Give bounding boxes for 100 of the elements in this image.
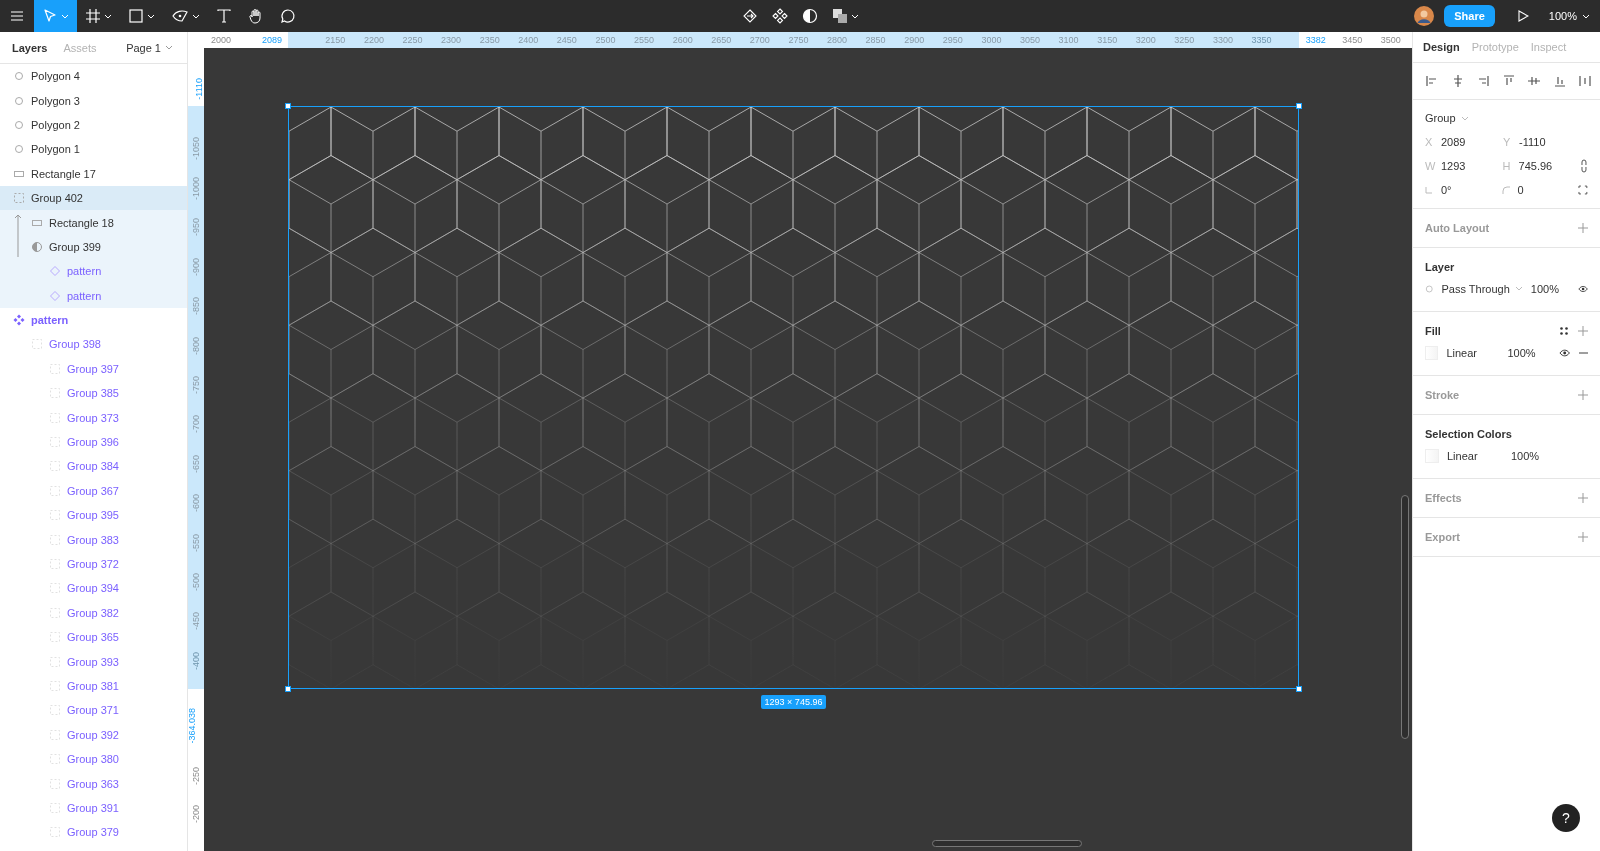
plus-icon[interactable] [1578,493,1588,503]
layer-row[interactable]: pattern [0,259,187,284]
opacity-value[interactable]: 100% [1530,282,1570,295]
ruler-label: -200 [191,805,201,824]
layer-row[interactable]: Group 385 [0,381,187,406]
layer-row[interactable]: Group 371 [0,698,187,723]
corner-radius-icon [1501,186,1510,194]
ruler-label: 2800 [827,35,848,45]
rotation-field[interactable]: 0° [1425,184,1502,196]
scrollbar[interactable] [1401,495,1409,739]
layer-row[interactable]: Group 391 [0,795,187,821]
distribute-icon[interactable] [1578,74,1592,88]
align-top-icon[interactable] [1501,74,1516,88]
section-title: Layer [1425,261,1455,273]
layer-row[interactable]: Polygon 4 [0,64,187,89]
resize-handle[interactable] [285,686,291,692]
layer-row[interactable]: Group 382 [0,600,187,625]
avatar[interactable] [1414,6,1435,26]
menu-icon [10,10,24,22]
styles-icon[interactable] [1560,327,1568,335]
align-left-icon[interactable] [1425,74,1439,88]
property-field[interactable]: H 745.96 [1502,160,1581,172]
group-icon [49,460,61,473]
share-button[interactable]: Share [1444,5,1495,27]
layer-row[interactable]: Group 363 [0,771,187,796]
ruler-label: 2850 [865,35,886,45]
ruler-label: -900 [191,257,201,276]
constrain-proportions-icon[interactable] [1580,159,1588,173]
property-field[interactable]: W 1293 [1425,160,1503,172]
ruler-label: -650 [191,454,201,473]
layer-row[interactable]: Group 381 [0,673,187,699]
resize-handle[interactable] [1296,686,1302,692]
layer-row[interactable]: Group 380 [0,746,187,772]
layer-row[interactable]: Group 397 [0,356,187,382]
opacity-value[interactable]: 100% [1507,346,1552,359]
panel-tab[interactable]: Layers [4,32,56,63]
layer-row[interactable]: Group 395 [0,503,187,528]
blend-mode-menu[interactable]: Pass Through [1441,282,1523,295]
paint-type[interactable]: Linear [1446,346,1500,359]
layer-name: Group 385 [67,387,119,400]
ruler-label: 2450 [556,35,577,45]
opacity-value[interactable]: 100% [1511,449,1557,462]
eye-icon[interactable] [1559,348,1571,357]
layer-row[interactable]: Group 394 [0,576,187,601]
layer-row[interactable]: Rectangle 18 [0,210,187,235]
layer-row[interactable]: Group 367 [0,478,187,504]
ruler-label: -800 [191,336,201,355]
property-field[interactable]: X 2089 [1425,136,1503,148]
layer-name: Polygon 2 [31,118,80,131]
layer-row[interactable]: Group 372 [0,551,187,577]
align-middle-icon[interactable] [1527,74,1541,88]
layer-row[interactable]: Group 402 [0,185,187,211]
layer-row[interactable]: Group 398 [0,332,187,357]
paint-type[interactable]: Linear [1447,449,1503,462]
resize-handle[interactable] [285,103,291,109]
align-bottom-icon[interactable] [1552,74,1567,88]
corner-radius-field[interactable]: 0 [1501,184,1579,196]
ruler-label: 2650 [711,35,732,45]
plus-icon[interactable] [1578,390,1588,400]
ruler-label: 2000 [211,35,231,45]
layer-row[interactable]: Polygon 1 [0,137,187,162]
layer-row[interactable]: Group 365 [0,625,187,650]
ruler-label: -1110 [195,78,204,100]
layer-row[interactable]: pattern [0,283,187,308]
resize-handle[interactable] [1296,103,1302,109]
panel-tab[interactable]: Design [1417,41,1466,53]
layer-name: Group 397 [67,362,119,375]
layer-name: Group 367 [67,484,119,497]
layer-name: Group 391 [67,801,119,814]
expand-corners-icon[interactable] [1578,185,1588,195]
layer-row[interactable]: Group 383 [0,527,187,552]
plus-icon[interactable] [1578,223,1588,233]
layer-row[interactable]: Group 399 [0,234,187,260]
layer-row[interactable]: Polygon 2 [0,112,187,138]
ruler-label: 2700 [749,35,770,45]
layer-row[interactable]: Polygon 3 [0,88,187,113]
layer-type-menu[interactable]: Group [1425,112,1469,124]
scrollbar[interactable] [932,840,1082,847]
align-right-icon[interactable] [1476,74,1490,88]
layer-row[interactable]: Rectangle 17 [0,161,187,186]
plus-icon[interactable] [1578,532,1588,542]
layer-row[interactable]: Group 392 [0,722,187,747]
ruler-label: -950 [191,218,201,237]
layer-name: Group 373 [67,411,119,424]
layer-row[interactable]: Group 393 [0,649,187,674]
layer-row[interactable]: Group 373 [0,405,187,430]
layer-row[interactable]: pattern [0,307,187,333]
zoom-menu[interactable]: 100% [1536,0,1590,32]
property-field[interactable]: Y -1110 [1503,136,1581,148]
component-icon [13,314,25,327]
page-selector[interactable]: Page 1 [120,40,179,55]
layer-row[interactable]: Group 384 [0,454,187,479]
ruler-label: 2200 [363,35,384,45]
ruler-label: 2089 [261,35,282,45]
polygon-icon [13,118,25,131]
layer-row[interactable]: Group 396 [0,429,187,455]
plus-icon[interactable] [1578,326,1588,336]
layer-row[interactable]: Group 379 [0,820,187,845]
ruler-label: 3050 [1019,35,1040,45]
eye-icon[interactable] [1577,284,1588,293]
